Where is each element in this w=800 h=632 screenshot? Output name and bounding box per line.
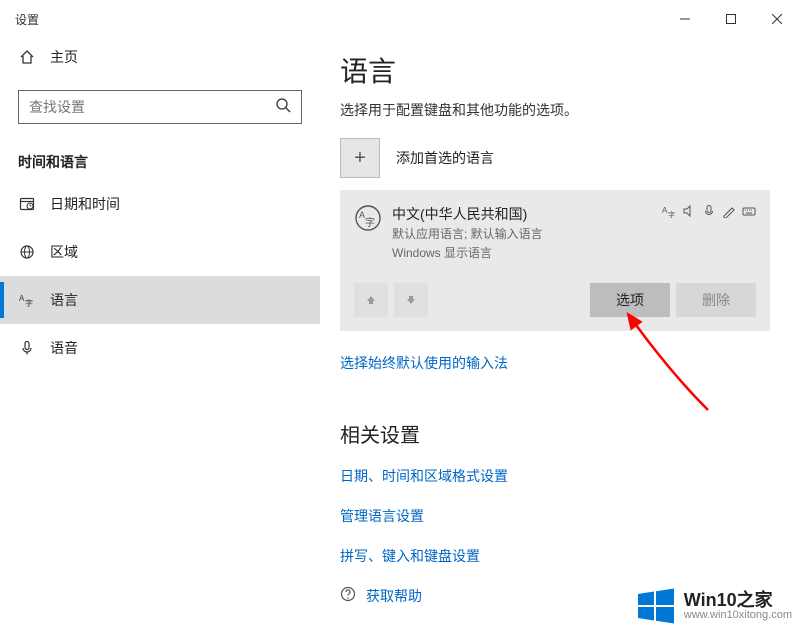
sidebar-item-label: 日期和时间	[50, 194, 120, 214]
sidebar-item-region[interactable]: 区域	[0, 228, 320, 276]
move-up-button[interactable]	[354, 283, 388, 317]
sidebar: 主页 时间和语言 日期和时间 区域 A字 语言	[0, 38, 320, 632]
globe-icon	[18, 244, 36, 260]
language-icon: A字	[18, 292, 36, 308]
search-icon	[275, 97, 291, 118]
arrow-down-icon	[405, 294, 417, 306]
sidebar-item-label: 区域	[50, 242, 78, 262]
main-pane: 语言 选择用于配置键盘和其他功能的选项。 + 添加首选的语言 A字 中文(中华人…	[340, 50, 770, 632]
window-controls	[662, 3, 800, 35]
related-header: 相关设置	[340, 419, 770, 448]
get-help-label: 获取帮助	[366, 586, 422, 606]
language-az-icon: A字	[354, 204, 378, 263]
add-language-row[interactable]: + 添加首选的语言	[340, 138, 770, 178]
svg-text:字: 字	[25, 298, 33, 308]
maximize-button[interactable]	[708, 3, 754, 35]
language-card-header: A字 中文(中华人民共和国) 默认应用语言; 默认输入语言 Windows 显示…	[354, 204, 756, 263]
svg-text:字: 字	[668, 210, 675, 218]
plus-icon: +	[354, 147, 366, 170]
related-settings: 相关设置 日期、时间和区域格式设置 管理语言设置 拼写、键入和键盘设置	[340, 419, 770, 566]
default-ime-link[interactable]: 选择始终默认使用的输入法	[340, 353, 770, 373]
language-card-text: 中文(中华人民共和国) 默认应用语言; 默认输入语言 Windows 显示语言	[392, 204, 543, 263]
watermark-url: www.win10xitong.com	[684, 610, 792, 622]
minimize-icon	[680, 14, 690, 24]
options-button[interactable]: 选项	[590, 283, 670, 317]
speech-recognition-icon	[702, 204, 716, 263]
language-name: 中文(中华人民共和国)	[392, 204, 543, 224]
page-title: 语言	[340, 50, 770, 90]
sidebar-item-language[interactable]: A字 语言	[0, 276, 320, 324]
search-input[interactable]	[29, 99, 275, 115]
microphone-icon	[18, 340, 36, 356]
arrow-up-icon	[365, 294, 377, 306]
sidebar-item-label: 语言	[50, 290, 78, 310]
windows-logo-icon	[636, 586, 676, 626]
sidebar-item-label: 语音	[50, 338, 78, 358]
move-down-button[interactable]	[394, 283, 428, 317]
svg-text:字: 字	[365, 216, 375, 229]
language-card[interactable]: A字 中文(中华人民共和国) 默认应用语言; 默认输入语言 Windows 显示…	[340, 190, 770, 331]
sidebar-nav: 日期和时间 区域 A字 语言 语音	[0, 180, 320, 372]
sidebar-home[interactable]: 主页	[0, 38, 320, 76]
related-link-typing[interactable]: 拼写、键入和键盘设置	[340, 546, 770, 566]
search-box[interactable]	[18, 90, 302, 124]
related-link-datetime[interactable]: 日期、时间和区域格式设置	[340, 466, 770, 486]
language-feature-icons: A字	[662, 204, 756, 263]
related-link-manage-lang[interactable]: 管理语言设置	[340, 506, 770, 526]
delete-button[interactable]: 删除	[676, 283, 756, 317]
minimize-button[interactable]	[662, 3, 708, 35]
close-icon	[772, 14, 782, 24]
display-lang-icon: A字	[662, 204, 676, 263]
close-button[interactable]	[754, 3, 800, 35]
watermark-brand: Win10之家	[684, 591, 792, 610]
add-language-label: 添加首选的语言	[396, 148, 494, 168]
sidebar-section-label: 时间和语言	[0, 138, 320, 180]
sidebar-item-datetime[interactable]: 日期和时间	[0, 180, 320, 228]
home-icon	[18, 49, 36, 65]
language-actions: 选项 删除	[354, 283, 756, 317]
language-detail2: Windows 显示语言	[392, 245, 543, 262]
maximize-icon	[726, 14, 736, 24]
watermark: Win10之家 www.win10xitong.com	[636, 586, 792, 626]
sidebar-item-speech[interactable]: 语音	[0, 324, 320, 372]
clock-icon	[18, 196, 36, 212]
text-to-speech-icon	[682, 204, 696, 263]
handwriting-icon	[722, 204, 736, 263]
language-detail1: 默认应用语言; 默认输入语言	[392, 226, 543, 243]
page-subtitle: 选择用于配置键盘和其他功能的选项。	[340, 100, 770, 120]
keyboard-icon	[742, 204, 756, 263]
title-bar: 设置	[0, 0, 800, 38]
sidebar-home-label: 主页	[50, 47, 78, 67]
add-language-button[interactable]: +	[340, 138, 380, 178]
help-icon	[340, 586, 356, 605]
window-title: 设置	[15, 11, 39, 28]
